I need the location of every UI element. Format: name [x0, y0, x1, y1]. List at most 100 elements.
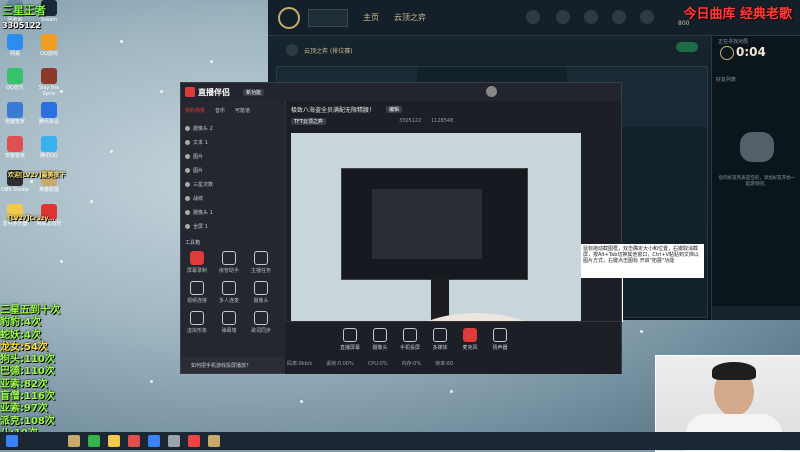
counter-count: 116次: [24, 391, 55, 403]
scene-item[interactable]: 全屏 1: [185, 221, 281, 233]
lol-logo-icon[interactable]: [278, 7, 300, 29]
bottom-button-icon: [373, 328, 387, 342]
eye-icon[interactable]: [185, 168, 190, 173]
tool-item[interactable]: 房管助手: [217, 251, 241, 274]
taskbar-app-icon[interactable]: [168, 435, 180, 447]
desktop-icon[interactable]: 网易: [0, 34, 30, 57]
app-window-controls: [533, 88, 613, 96]
desktop-icon[interactable]: QQ游戏: [34, 34, 64, 57]
app-avatar[interactable]: [486, 86, 497, 97]
bottom-button[interactable]: 摄像头: [365, 328, 395, 351]
tool-item[interactable]: 主播任务: [249, 251, 273, 274]
scene-item[interactable]: 摄像头 1: [185, 207, 281, 219]
desktop-icon-glyph: [41, 68, 57, 84]
taskbar-app-icon[interactable]: [108, 435, 120, 447]
counter-label: 蛇妖:: [0, 329, 24, 341]
desktop-icon[interactable]: QQ音乐: [0, 68, 30, 91]
counter-row: 豹豹:4次: [0, 317, 70, 329]
lol-friends-label[interactable]: 好友列表: [716, 76, 736, 83]
phone-hint[interactable]: 如何把手机游戏投屏播放？: [191, 362, 251, 369]
desktop-icon[interactable]: 腾讯QQ: [34, 136, 64, 159]
desktop-icon-glyph: [7, 136, 23, 152]
windows-start-icon[interactable]: [6, 435, 18, 447]
lol-store-icon[interactable]: [640, 10, 654, 24]
eye-icon[interactable]: [185, 154, 190, 159]
eye-icon[interactable]: [185, 224, 190, 229]
snowflake: [300, 400, 303, 403]
desktop-overlay-text: [LV27]Crazy...: [8, 215, 55, 222]
lol-profile-icon[interactable]: [556, 10, 570, 24]
taskbar-app-icon[interactable]: [128, 435, 140, 447]
eye-icon[interactable]: [185, 126, 190, 131]
tool-item[interactable]: 歌词同步: [249, 311, 273, 334]
desktop-icon[interactable]: 电脑管家: [0, 102, 30, 125]
bottom-button[interactable]: 麦克风: [455, 328, 485, 351]
scene-item[interactable]: 战绩: [185, 193, 281, 205]
tool-item[interactable]: 多人连麦: [217, 281, 241, 304]
lol-play-button[interactable]: [308, 9, 348, 27]
bottom-button[interactable]: 扬声器: [485, 328, 515, 351]
lol-toggle[interactable]: [676, 42, 698, 52]
phone-hint-bar: 如何把手机游戏投屏播放？: [181, 357, 285, 373]
tool-icon: [190, 281, 204, 295]
taskbar-app-icon[interactable]: [208, 435, 220, 447]
tool-item[interactable]: 屏幕录制: [185, 251, 209, 274]
lol-nav-home[interactable]: 主页: [363, 12, 379, 23]
desktop-icon-label: 安装管家: [4, 153, 25, 159]
edit-button[interactable]: 编辑: [386, 106, 403, 113]
lol-collection-icon[interactable]: [584, 10, 598, 24]
game-tag[interactable]: TFT云顶之弈: [291, 118, 326, 125]
desktop-icon-label: OBS Studio: [1, 187, 29, 193]
counter-row: 派克:108次: [0, 416, 70, 428]
scene-item[interactable]: 摄像头 2: [185, 123, 281, 135]
bottom-button[interactable]: 手机投屏: [395, 328, 425, 351]
bottom-button[interactable]: 多媒体: [425, 328, 455, 351]
counter-label: 亚索:: [0, 378, 24, 390]
bottom-button-label: 多媒体: [432, 345, 448, 351]
scene-label: 图片: [193, 154, 204, 160]
scene-item[interactable]: 文本 1: [185, 137, 281, 149]
stream-title: 极致八海盗全员满配无限精腰！: [291, 107, 376, 114]
counter-count: 4次: [24, 317, 41, 329]
eye-icon[interactable]: [185, 140, 190, 145]
desktop-icon-glyph: [41, 136, 57, 152]
eye-icon[interactable]: [185, 210, 190, 215]
app-tag[interactable]: 新功能: [243, 89, 265, 96]
tool-label: 虚拟形象: [186, 328, 207, 334]
lol-timer: 0:04: [736, 45, 766, 59]
scene-item[interactable]: 图片: [185, 151, 281, 163]
tool-item[interactable]: 摄像头: [249, 281, 273, 304]
scene-item[interactable]: 图片: [185, 165, 281, 177]
desktop-icon[interactable]: 安装管家: [0, 136, 30, 159]
tooltip-note: 鼠标拖动截图框，双击确定大小和位置，右键取消截屏，按Alt+Tab切换其他窗口，…: [581, 244, 704, 278]
counter-count: 110次: [24, 354, 55, 366]
eye-icon[interactable]: [185, 182, 190, 187]
tool-icon: [222, 281, 236, 295]
taskbar-app-icon[interactable]: [148, 435, 160, 447]
tool-label: 房管助手: [218, 268, 239, 274]
bottom-button[interactable]: 直播屏幕: [335, 328, 365, 351]
scene-tab[interactable]: 可能道: [235, 108, 250, 114]
taskbar-app-icon[interactable]: [188, 435, 200, 447]
lol-settings-icon[interactable]: [526, 10, 540, 24]
taskbar: [0, 432, 800, 450]
desktop-icon[interactable]: Slay the Spire: [34, 68, 64, 97]
counter-count: 82次: [24, 378, 48, 390]
desktop-icon[interactable]: 腾讯会议: [34, 102, 64, 125]
tool-item[interactable]: 弹幕墙: [217, 311, 241, 334]
lol-timer-label: 正在寻找对局: [718, 39, 749, 45]
eye-icon[interactable]: [185, 196, 190, 201]
tool-item[interactable]: 视频连接: [185, 281, 209, 304]
bottom-button-label: 摄像头: [372, 345, 388, 351]
scene-item[interactable]: 三星次数: [185, 179, 281, 191]
lol-loot-icon[interactable]: [612, 10, 626, 24]
scene-tab[interactable]: 我的场景: [185, 108, 205, 114]
taskbar-app-icon[interactable]: [88, 435, 100, 447]
counter-row: 亚索:97次: [0, 403, 70, 415]
lol-nav-mode[interactable]: 云顶之弈: [394, 12, 426, 23]
counter-label: 狗头:: [0, 354, 24, 366]
taskbar-app-icon[interactable]: [68, 435, 80, 447]
tool-item[interactable]: 虚拟形象: [185, 311, 209, 334]
scene-tab[interactable]: 音乐: [215, 108, 225, 114]
counter-count: 次: [50, 305, 60, 316]
